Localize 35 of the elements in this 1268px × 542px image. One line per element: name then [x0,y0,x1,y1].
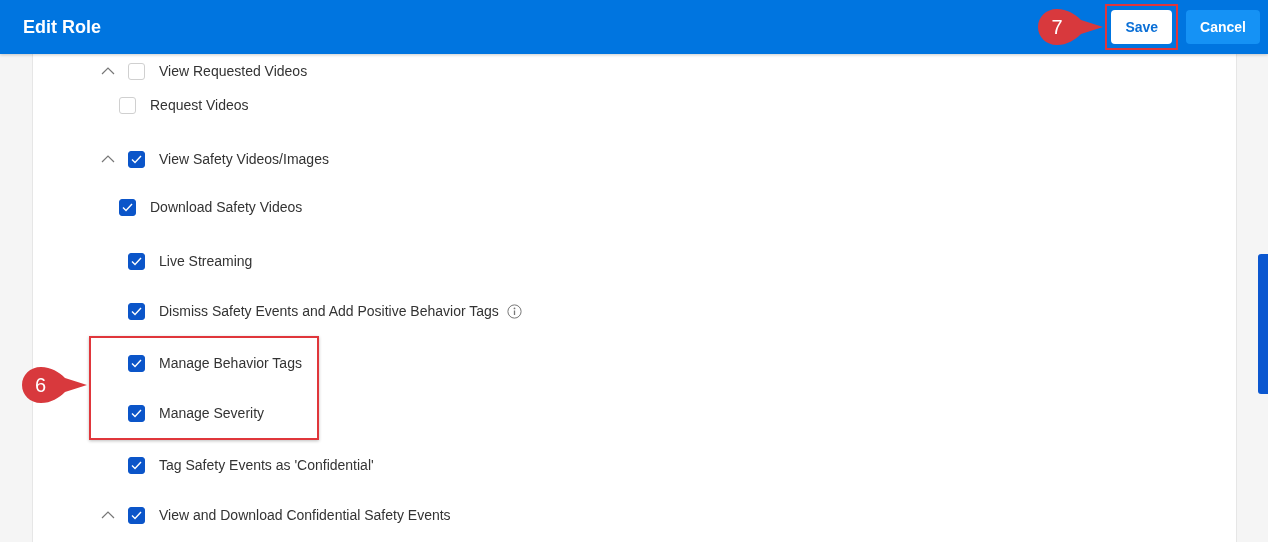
checkbox[interactable] [119,198,136,216]
collapse-caret-icon[interactable] [101,510,115,520]
cancel-button[interactable]: Cancel [1186,10,1260,44]
page-title: Edit Role [23,15,101,39]
collapse-caret-icon[interactable] [101,66,115,76]
permission-label: View Requested Videos [159,61,308,81]
checkmark-icon [131,460,142,470]
checkbox[interactable] [128,456,145,474]
permission-label: Dismiss Safety Events and Add Positive Behavior Tags [159,301,499,321]
permission-label: Manage Behavior Tags [159,353,302,373]
collapse-caret-icon[interactable] [101,154,115,164]
checkmark-icon [131,306,142,316]
permission-label: View Safety Videos/Images [159,149,329,169]
checkbox[interactable] [128,354,145,372]
checkbox[interactable] [128,150,145,168]
checkmark-icon [131,154,142,164]
step-callout: 6 [21,366,87,404]
permission-label: Download Safety Videos [150,197,303,217]
info-icon[interactable] [506,303,522,319]
checkbox[interactable] [128,506,145,524]
permission-label: Manage Severity [159,403,265,423]
permission-label: Request Videos [150,95,249,115]
permission-label: Tag Safety Events as 'Confidential' [159,455,374,475]
permission-label: Live Streaming [159,251,253,271]
checkmark-icon [131,510,142,520]
checkbox[interactable] [128,404,145,422]
checkmark-icon [122,202,133,212]
step-callout: 7 [1037,8,1104,46]
save-button[interactable]: Save [1111,10,1173,44]
checkmark-icon [131,256,142,266]
permission-label: View and Download Confidential Safety Events [159,505,451,525]
checkmark-icon [131,358,142,368]
checkbox[interactable] [128,252,145,270]
checkmark-icon [131,408,142,418]
checkbox[interactable] [128,302,145,320]
